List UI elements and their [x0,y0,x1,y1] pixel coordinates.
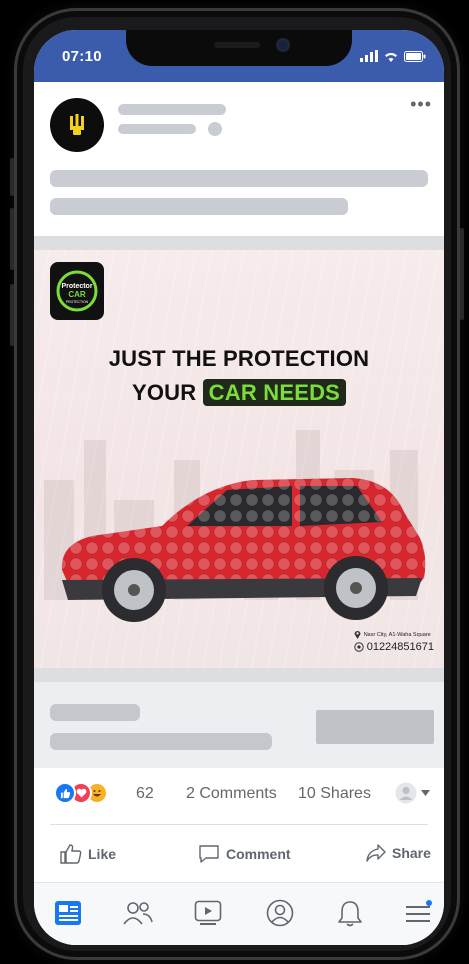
post-time-placeholder [118,124,196,134]
profile-icon [266,899,294,927]
phone-row: 01224851671 [354,641,434,653]
reactions-row: 62 2 Comments 10 Shares [34,768,444,820]
bubble-wrapped-car [61,478,426,622]
svg-text:CAR: CAR [68,290,86,299]
bottom-tab-bar [34,882,444,945]
shares-count[interactable]: 10 Shares [298,785,371,803]
status-time: 07:10 [62,48,102,65]
tab-watch[interactable] [190,895,226,931]
battery-icon [404,50,426,62]
link-preview-area [34,682,444,768]
separator [34,236,444,250]
post-header: ••• [34,82,444,238]
privacy-icon-placeholder [208,122,222,136]
volume-up-button [10,158,14,196]
speaker-grille [214,42,260,48]
status-bar: 07:10 [34,30,444,82]
watch-icon [194,900,222,925]
comment-bubble-icon [199,845,219,863]
more-options-icon[interactable]: ••• [410,94,432,115]
like-label: Like [88,846,117,862]
address-text: Nasr City, A1-Waha Square [363,631,431,638]
address-row: Nasr City, A1-Waha Square [354,630,434,639]
headline-prefix: YOUR [131,380,203,405]
tab-menu[interactable] [400,895,436,931]
ad-image[interactable]: Protector CAR PROTECTION JUST THE PROTEC… [34,250,444,668]
location-pin-icon [354,631,361,639]
post-actions: Like Comment Share [34,826,444,880]
tab-friends[interactable] [120,895,156,931]
page-avatar[interactable] [50,98,104,152]
reaction-count[interactable]: 62 [136,785,154,803]
share-arrow-icon [366,844,386,862]
share-label: Share [392,845,431,861]
headline-highlight: CAR NEEDS [202,379,347,406]
power-button [460,228,464,320]
react-as-selector[interactable] [395,782,430,804]
comment-label: Comment [226,846,291,862]
news-feed-icon [55,901,81,925]
status-icons [360,50,426,62]
protector-logo: Protector CAR PROTECTION [50,262,104,320]
page-name-placeholder [118,104,226,115]
tab-profile[interactable] [262,895,298,931]
protector-logo-icon: Protector CAR PROTECTION [56,270,98,312]
volume-button-2 [10,284,14,346]
phone-number-text: 01224851671 [366,641,434,653]
user-silhouette-icon [395,782,417,804]
phone-screen: 07:10 ••• Protector CAR PROTECTION JUST … [34,30,444,945]
share-button[interactable]: Share [366,844,431,862]
caret-down-icon [421,790,430,796]
separator-2 [34,668,444,682]
menu-icon [406,900,432,922]
caption-line-2-placeholder [50,198,348,215]
volume-down-button [10,208,14,270]
brand-logo-icon [70,114,84,135]
link-title-placeholder [50,704,140,721]
friends-icon [123,902,153,925]
comments-count[interactable]: 2 Comments [186,785,277,803]
link-subtitle-placeholder [50,733,272,750]
actions-divider [50,824,428,825]
wifi-icon [385,52,397,62]
cta-button-placeholder[interactable] [316,710,434,744]
front-camera [276,38,290,52]
headline-line-2: YOUR CAR NEEDS [34,376,444,410]
caption-line-1-placeholder [50,170,428,187]
headline-line-1: JUST THE PROTECTION [108,346,370,371]
contact-info: Nasr City, A1-Waha Square 01224851671 [354,630,434,653]
svg-text:PROTECTION: PROTECTION [66,300,89,304]
like-reaction-icon [54,782,76,804]
ad-headline: JUST THE PROTECTION YOUR CAR NEEDS [34,342,444,410]
svg-text:Protector: Protector [61,283,92,290]
thumbs-up-icon [60,844,82,864]
notifications-icon [338,901,362,927]
reaction-icons[interactable] [54,782,108,804]
notch [126,30,352,66]
like-button[interactable]: Like [60,844,116,864]
tab-notifications[interactable] [332,895,368,931]
signal-icon [360,50,378,62]
comment-button[interactable]: Comment [198,844,291,864]
whatsapp-icon [354,642,364,652]
tab-news-feed[interactable] [50,895,86,931]
